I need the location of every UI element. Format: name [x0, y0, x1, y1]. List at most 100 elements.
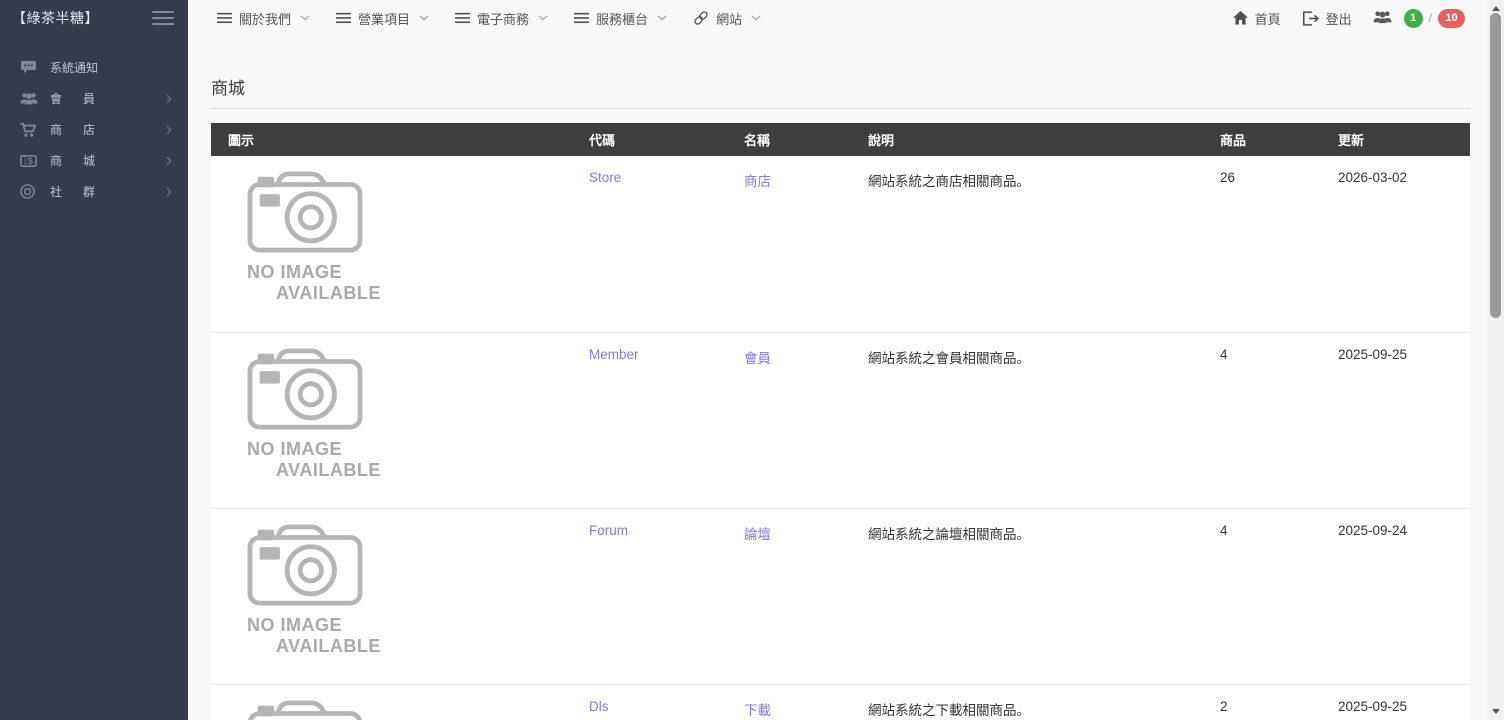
sidebar-item-store[interactable]: 商店 — [0, 114, 188, 145]
row-code-link[interactable]: Forum — [589, 523, 628, 538]
chevron-right-icon — [166, 125, 172, 135]
camera-icon — [247, 523, 363, 606]
nav-menu-service[interactable]: 服務櫃台 — [574, 9, 667, 28]
row-description: 網站系統之會員相關商品。 — [868, 350, 1030, 366]
scrollbar-down-arrow[interactable] — [1487, 704, 1504, 719]
row-products-count: 2 — [1220, 698, 1228, 714]
no-image-placeholder: NO IMAGE AVAILABLE — [247, 523, 381, 657]
row-description: 網站系統之商店相關商品。 — [868, 174, 1030, 189]
no-image-text: NO IMAGE AVAILABLE — [247, 614, 381, 656]
logout-button[interactable]: 登出 — [1302, 9, 1352, 28]
no-image-placeholder: NO IMAGE AVAILABLE — [247, 347, 381, 481]
column-header-products: 商品 — [1220, 123, 1338, 156]
page-title: 商城 — [211, 74, 1470, 109]
online-count-separator: / — [1428, 11, 1432, 25]
column-header-description: 說明 — [868, 123, 1220, 156]
menu-icon — [217, 12, 232, 24]
svg-text:$: $ — [28, 156, 33, 166]
sidebar-item-members[interactable]: 會員 — [0, 83, 188, 114]
row-name-link[interactable]: 會員 — [744, 351, 771, 366]
chevron-down-icon — [657, 15, 667, 21]
camera-icon — [247, 171, 363, 253]
online-guests-badge[interactable]: 10 — [1438, 8, 1465, 28]
no-image-placeholder: NO IMAGE AVAILABLE — [247, 699, 367, 720]
scrollbar-thumb[interactable] — [1490, 13, 1501, 318]
nav-menu-label: 服務櫃台 — [596, 11, 649, 27]
home-button[interactable]: 首頁 — [1232, 9, 1281, 28]
row-code-link[interactable]: Dls — [589, 699, 609, 714]
nav-menu-ecommerce[interactable]: 電子商務 — [455, 9, 548, 28]
row-name-link[interactable]: 下載 — [744, 703, 771, 718]
menu-icon — [455, 12, 471, 24]
logout-label: 登出 — [1325, 11, 1352, 27]
sidebar-collapse-icon[interactable] — [152, 11, 174, 25]
camera-icon — [247, 699, 363, 720]
row-products-count: 4 — [1220, 522, 1228, 538]
nav-menu-label: 網站 — [716, 11, 743, 27]
sidebar-item-community[interactable]: 社群 — [0, 176, 188, 207]
sidebar-item-mall[interactable]: $ 商城 — [0, 145, 188, 176]
link-icon — [693, 10, 709, 26]
column-header-updated: 更新 — [1338, 123, 1470, 156]
nav-menu-label: 關於我們 — [239, 11, 292, 27]
sidebar-item-label: 商城 — [50, 154, 117, 168]
row-products-count: 4 — [1220, 346, 1228, 362]
home-label: 首頁 — [1254, 11, 1281, 27]
camera-icon — [247, 347, 363, 430]
column-header-name: 名稱 — [744, 123, 868, 156]
online-count-group: 1 / 10 — [1403, 8, 1465, 28]
row-updated-date: 2025-09-24 — [1338, 522, 1408, 538]
cart-icon — [20, 122, 39, 138]
brand-title[interactable]: 【綠茶半糖】 — [12, 8, 99, 28]
table-row: NO IMAGE AVAILABLE Forum 論壇 網站系統之論壇相關商品。… — [211, 508, 1470, 684]
nav-menu-label: 營業項目 — [358, 11, 411, 27]
table-header-row: 圖示 代碼 名稱 說明 商品 更新 — [211, 123, 1470, 156]
row-name-link[interactable]: 論壇 — [744, 527, 771, 542]
sidebar-item-label: 商店 — [50, 123, 117, 137]
online-members-badge[interactable]: 1 — [1403, 8, 1423, 28]
nav-menu-business[interactable]: 營業項目 — [336, 9, 429, 28]
main-area: 關於我們 營業項目 電子商務 服務櫃台 網站 首頁 登出 1 / 10 商城 圖… — [188, 0, 1487, 720]
row-products-count: 26 — [1220, 170, 1236, 185]
logout-icon — [1302, 10, 1319, 26]
row-code-link[interactable]: Store — [589, 170, 621, 185]
sidebar-menu: 系統通知 會員 商店 $ 商城 社群 — [0, 52, 188, 207]
sidebar-item-label: 系統通知 — [50, 61, 99, 75]
menu-icon — [336, 12, 352, 24]
sidebar-header: 【綠茶半糖】 — [0, 0, 188, 36]
sidebar: 【綠茶半糖】 系統通知 會員 商店 $ 商城 社群 — [0, 0, 188, 720]
chevron-right-icon — [166, 156, 172, 166]
sidebar-item-label: 社群 — [50, 185, 117, 199]
mall-icon: $ — [20, 154, 39, 168]
mall-categories-table: 圖示 代碼 名稱 說明 商品 更新 NO IMAGE AVAILABLE Sto… — [211, 123, 1470, 720]
sidebar-item-label: 會員 — [50, 92, 117, 106]
row-description: 網站系統之論壇相關商品。 — [868, 526, 1030, 542]
nav-menu-website[interactable]: 網站 — [693, 9, 761, 28]
nav-menu-label: 電子商務 — [477, 11, 530, 27]
no-image-text: NO IMAGE AVAILABLE — [247, 438, 381, 480]
online-users-icon — [1373, 10, 1392, 27]
row-code-link[interactable]: Member — [589, 347, 639, 362]
column-header-icon: 圖示 — [211, 123, 589, 156]
row-description: 網站系統之下載相關商品。 — [868, 702, 1030, 718]
community-icon — [20, 184, 39, 199]
chevron-down-icon — [419, 15, 429, 21]
comment-icon — [20, 60, 39, 75]
chevron-down-icon — [538, 15, 548, 21]
row-updated-date: 2025-09-25 — [1338, 346, 1408, 362]
chevron-right-icon — [166, 187, 172, 197]
home-icon — [1232, 11, 1248, 25]
table-row: NO IMAGE AVAILABLE Dls 下載 網站系統之下載相關商品。 2… — [211, 684, 1470, 720]
menu-icon — [574, 12, 590, 24]
top-navbar: 關於我們 營業項目 電子商務 服務櫃台 網站 首頁 登出 1 / 10 — [188, 0, 1487, 36]
nav-menu-about[interactable]: 關於我們 — [217, 9, 310, 28]
row-name-link[interactable]: 商店 — [744, 174, 771, 189]
no-image-placeholder: NO IMAGE AVAILABLE — [247, 170, 381, 304]
sidebar-item-notifications[interactable]: 系統通知 — [0, 52, 188, 83]
chevron-down-icon — [300, 15, 310, 21]
row-updated-date: 2025-09-25 — [1338, 698, 1408, 714]
vertical-scrollbar — [1487, 0, 1504, 720]
no-image-text: NO IMAGE AVAILABLE — [247, 262, 381, 303]
chevron-right-icon — [166, 94, 172, 104]
row-updated-date: 2026-03-02 — [1338, 170, 1408, 185]
